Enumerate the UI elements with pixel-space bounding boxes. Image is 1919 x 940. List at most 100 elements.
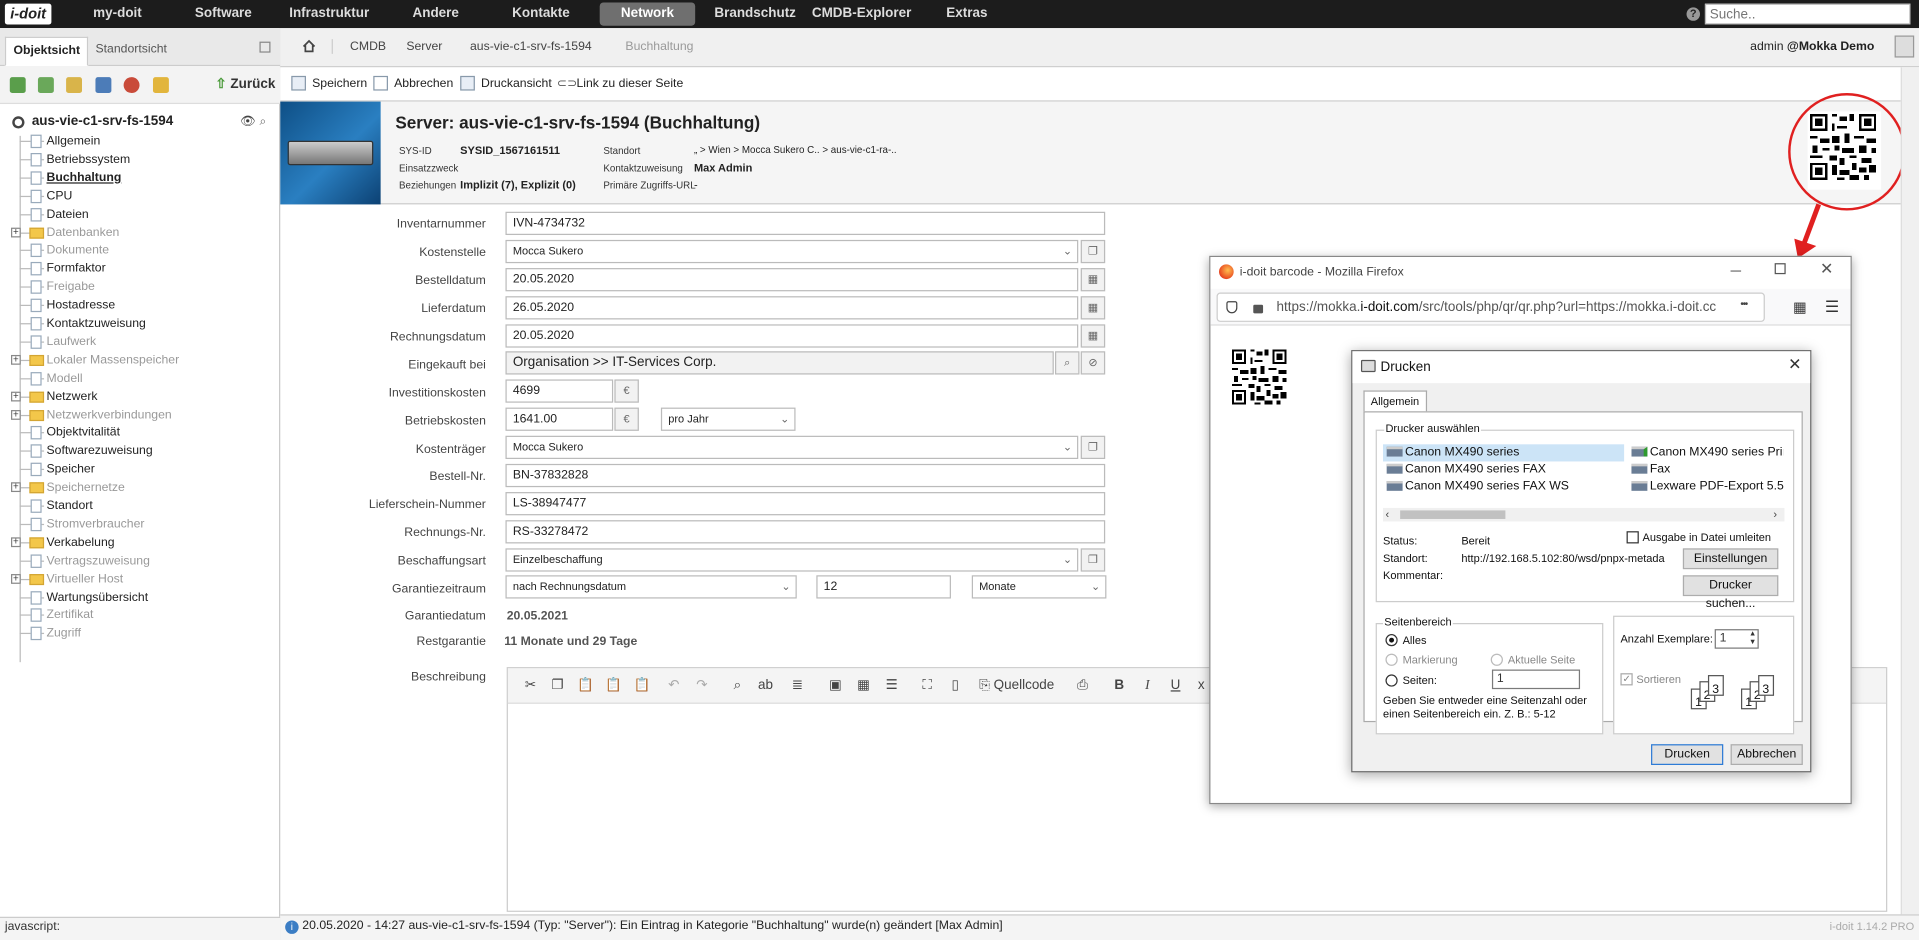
tree-item[interactable]: Kontaktzuweisung: [0, 315, 280, 333]
betriebskosten-period-select[interactable]: pro Jahr ⌄: [660, 407, 796, 431]
globe-icon[interactable]: [123, 77, 140, 94]
extensions-icon[interactable]: ▦: [1793, 299, 1807, 316]
kostentraeger-select[interactable]: Mocca Sukero ⌄: [505, 435, 1079, 459]
calendar-icon[interactable]: ▦: [1080, 324, 1106, 348]
show-blocks-icon[interactable]: ▯: [945, 676, 966, 697]
copy-icon[interactable]: ❐: [1080, 548, 1106, 572]
bold-icon[interactable]: B: [1109, 676, 1130, 697]
find-printer-button[interactable]: Drucker suchen...: [1682, 575, 1779, 611]
book-icon[interactable]: [95, 77, 112, 94]
expand-plus-icon[interactable]: +: [11, 536, 21, 547]
nav-network[interactable]: Network: [599, 2, 696, 26]
printer-settings-button[interactable]: Einstellungen: [1682, 548, 1779, 570]
tree-item[interactable]: + Verkabelung: [0, 533, 280, 551]
image-icon[interactable]: ▣: [825, 676, 846, 697]
close-icon[interactable]: ✕: [1820, 259, 1833, 279]
home-icon[interactable]: [302, 39, 316, 53]
source-button[interactable]: ⎘ Quellcode: [979, 676, 1077, 697]
list-icon[interactable]: [66, 77, 83, 94]
cancel-button[interactable]: Abbrechen: [394, 77, 453, 90]
help-icon[interactable]: ?: [1686, 7, 1700, 21]
tree-item[interactable]: Objektvitalität: [0, 424, 280, 442]
printer-item[interactable]: Lexware PDF-Export 5.5: [1631, 480, 1784, 493]
page-scrollbar[interactable]: [1900, 67, 1919, 915]
tree-item[interactable]: Zugriff: [0, 625, 280, 643]
url-input[interactable]: https://mokka.i-doit.com/src/tools/php/q…: [1216, 292, 1765, 322]
printer-item[interactable]: Canon MX490 series: [1386, 446, 1519, 459]
paste-icon[interactable]: 📋: [575, 676, 596, 697]
lock-icon[interactable]: [1253, 304, 1264, 314]
search-object-icon[interactable]: ⌕: [1055, 351, 1080, 375]
tree-item[interactable]: Wartungsübersicht: [0, 588, 280, 606]
user-avatar-icon[interactable]: [1894, 35, 1915, 58]
scroll-left-icon[interactable]: ‹: [1385, 508, 1389, 521]
nav-andere[interactable]: Andere: [393, 0, 479, 28]
back-button[interactable]: ⇧ Zurück: [215, 76, 275, 92]
undo-icon[interactable]: ↶: [663, 676, 684, 697]
maximize-icon[interactable]: ⛶: [917, 676, 938, 697]
tree-item[interactable]: Zertifikat: [0, 606, 280, 624]
page-link-button[interactable]: Link zu dieser Seite: [576, 77, 683, 90]
tree-item[interactable]: Softwarezuweisung: [0, 442, 280, 460]
maximize-window-icon[interactable]: [1774, 263, 1786, 275]
range-selection-radio[interactable]: [1385, 653, 1398, 666]
tree-item[interactable]: Standort: [0, 497, 280, 515]
tree-item[interactable]: CPU: [0, 187, 280, 205]
kontakt-value[interactable]: Max Admin: [694, 162, 752, 174]
printer-item[interactable]: Canon MX490 series FAX WS: [1386, 480, 1569, 493]
tree-item[interactable]: + Lokaler Massenspeicher: [0, 351, 280, 369]
garantie-amount-input[interactable]: 12: [816, 575, 951, 599]
tree-item[interactable]: + Netzwerkverbindungen: [0, 406, 280, 424]
expand-icon[interactable]: [37, 77, 54, 94]
print-view-button[interactable]: Druckansicht: [481, 77, 552, 90]
menu-icon[interactable]: ☰: [1825, 297, 1839, 317]
tree-item[interactable]: Formfaktor: [0, 260, 280, 278]
replace-icon[interactable]: ab: [755, 676, 776, 697]
tree-item[interactable]: Buchhaltung: [0, 169, 280, 187]
expand-plus-icon[interactable]: +: [11, 226, 21, 237]
range-current-radio[interactable]: [1490, 653, 1503, 666]
printer-list-scrollbar[interactable]: ‹ ›: [1383, 507, 1785, 522]
inventarnummer-input[interactable]: IVN-4734732: [505, 211, 1106, 236]
page-actions-icon[interactable]: •••: [1740, 299, 1748, 310]
crumb-object[interactable]: aus-vie-c1-srv-fs-1594: [470, 40, 592, 53]
rechnungsdatum-input[interactable]: 20.05.2020: [505, 324, 1079, 348]
tree-item[interactable]: Vertragszuweisung: [0, 552, 280, 570]
search-small-icon[interactable]: ⌕: [259, 115, 266, 128]
copy-icon[interactable]: ❐: [547, 676, 568, 697]
garantie-unit-select[interactable]: Monate ⌄: [971, 575, 1107, 599]
calendar-icon[interactable]: ▦: [1080, 268, 1106, 292]
kostenstelle-select[interactable]: Mocca Sukero ⌄: [505, 239, 1079, 264]
printer-item[interactable]: Canon MX490 series FAX: [1386, 463, 1546, 476]
printer-item[interactable]: Canon MX490 series Prin: [1631, 446, 1783, 459]
print-to-file-checkbox[interactable]: [1626, 531, 1639, 544]
garantie-start-select[interactable]: nach Rechnungsdatum ⌄: [505, 575, 797, 599]
expand-plus-icon[interactable]: +: [11, 391, 21, 401]
tree-item[interactable]: + Netzwerk: [0, 388, 280, 406]
cut-icon[interactable]: ✂: [520, 676, 541, 697]
tab-allgemein[interactable]: Allgemein: [1363, 390, 1427, 413]
nav-software[interactable]: Software: [177, 0, 269, 28]
beziehungen-value[interactable]: Implizit (7), Explizit (0): [460, 179, 576, 191]
scroll-thumb[interactable]: [1400, 510, 1506, 519]
tree-root[interactable]: aus-vie-c1-srv-fs-1594: [32, 114, 173, 129]
range-all-radio[interactable]: [1385, 634, 1398, 647]
tree-icon[interactable]: [9, 77, 26, 94]
minimize-icon[interactable]: ─: [1731, 262, 1741, 279]
nav-extras[interactable]: Extras: [930, 0, 1003, 28]
save-button[interactable]: Speichern: [312, 77, 367, 90]
tree-item[interactable]: Betriebssystem: [0, 150, 280, 168]
lieferschein-input[interactable]: LS-38947477: [505, 492, 1106, 516]
lock-icon[interactable]: [152, 77, 169, 94]
scroll-right-icon[interactable]: ›: [1773, 508, 1777, 521]
horizontal-line-icon[interactable]: ☰: [881, 676, 902, 697]
nav-infrastruktur[interactable]: Infrastruktur: [279, 0, 379, 28]
tenant-name[interactable]: @Mokka Demo: [1787, 40, 1874, 53]
tree-item[interactable]: Allgemein: [0, 132, 280, 150]
detach-icon[interactable]: ⊘: [1080, 351, 1106, 375]
tree-item[interactable]: + Datenbanken: [0, 223, 280, 241]
bestellnr-input[interactable]: BN-37832828: [505, 463, 1106, 488]
copy-icon[interactable]: ❐: [1080, 239, 1106, 264]
expand-plus-icon[interactable]: +: [11, 409, 21, 420]
find-icon[interactable]: ⌕: [727, 676, 748, 697]
